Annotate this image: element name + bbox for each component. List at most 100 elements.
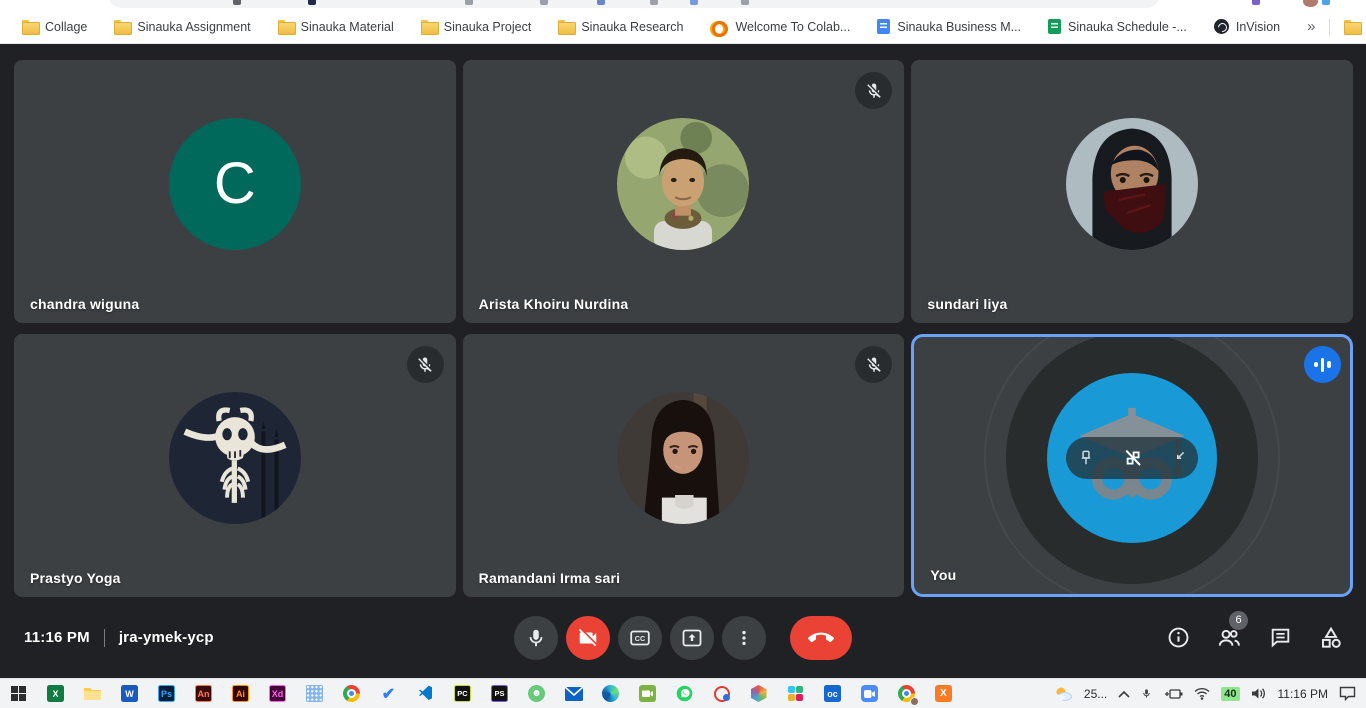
taskbar-word[interactable]: W — [111, 679, 148, 708]
bookmark-sinauka-material[interactable]: Sinauka Material — [278, 20, 394, 34]
bookmark-label: Sinauka Research — [581, 20, 683, 34]
avatar: C — [169, 118, 301, 250]
red-recorder-icon — [714, 686, 730, 702]
minimize-icon[interactable] — [1169, 448, 1188, 467]
tray-mic-icon[interactable] — [1141, 686, 1152, 701]
weather-icon[interactable] — [1053, 686, 1073, 702]
present-button[interactable] — [670, 616, 714, 660]
tray-battery-icon[interactable] — [1163, 688, 1183, 700]
taskbar-zoom[interactable] — [851, 679, 888, 708]
folder-icon — [421, 20, 437, 33]
taskbar-chrome[interactable] — [333, 679, 370, 708]
activities-button[interactable] — [1318, 625, 1344, 651]
bookmark-label: Sinauka Material — [301, 20, 394, 34]
taskbar-excel[interactable]: X — [37, 679, 74, 708]
taskbar-hexagon-app[interactable] — [740, 679, 777, 708]
edge-icon — [602, 685, 619, 702]
photoshop-icon: Ps — [158, 685, 175, 702]
bookmark-sinauka-project[interactable]: Sinauka Project — [421, 20, 532, 34]
participant-tile-prastyo-yoga[interactable]: Prastyo Yoga — [14, 334, 456, 597]
captions-button[interactable]: CC — [618, 616, 662, 660]
bookmark-sinauka-schedule[interactable]: Sinauka Schedule -... — [1048, 19, 1187, 34]
slack-icon — [788, 686, 804, 702]
taskbar-slack[interactable] — [777, 679, 814, 708]
bookmark-invision[interactable]: InVision — [1214, 19, 1280, 34]
other-bookmarks-button[interactable]: Other bookmarks — [1344, 20, 1366, 34]
tray-clock[interactable]: 11:16 PM — [1278, 687, 1328, 701]
tray-battery-percent[interactable]: 40 — [1221, 687, 1239, 701]
tab-favicon-speck — [650, 0, 658, 5]
tray-wifi-icon[interactable] — [1194, 687, 1210, 700]
bookmark-collage[interactable]: Collage — [22, 20, 87, 34]
bookmarks-overflow-chevron[interactable]: » — [1307, 18, 1315, 35]
camera-off-button[interactable] — [566, 616, 610, 660]
participant-tile-arista-khoiru-nurdina[interactable]: Arista Khoiru Nurdina — [463, 60, 905, 323]
participant-grid: C chandra wiguna — [14, 60, 1353, 597]
mic-off-icon — [416, 356, 434, 374]
file-explorer-icon — [83, 686, 102, 702]
participant-name: chandra wiguna — [30, 296, 139, 312]
tray-speaker-icon[interactable] — [1251, 687, 1267, 700]
bookmark-welcome-to-colab[interactable]: Welcome To Colab... — [710, 20, 850, 34]
address-bar-bottom[interactable] — [108, 0, 1160, 8]
participant-tile-sundari-liya[interactable]: sundari liya — [911, 60, 1353, 323]
system-tray: 25... 40 11:16 PM — [1053, 686, 1366, 702]
participant-tile-ramandani-irma-sari[interactable]: Ramandani Irma sari — [463, 334, 905, 597]
taskbar-mail[interactable] — [555, 679, 592, 708]
start-button[interactable] — [0, 679, 37, 708]
bookmark-sinauka-business[interactable]: Sinauka Business M... — [877, 19, 1021, 34]
pin-icon[interactable] — [1076, 448, 1096, 468]
tray-temperature[interactable]: 25... — [1084, 687, 1107, 701]
taskbar-pycharm[interactable]: PC — [444, 679, 481, 708]
hide-self-icon[interactable] — [1121, 446, 1145, 470]
mic-button[interactable] — [514, 616, 558, 660]
participants-button[interactable]: 6 — [1216, 625, 1242, 651]
docs-icon — [877, 19, 890, 34]
chrome-icon — [343, 685, 360, 702]
meet-bottom-bar: 11:16 PM jra-ymek-ycp — [0, 597, 1366, 678]
photo-male-avatar — [617, 118, 749, 250]
browser-profile-avatar-cropped[interactable] — [1303, 0, 1318, 7]
folder-icon — [558, 20, 574, 33]
taskbar-phpstorm[interactable]: PS — [481, 679, 518, 708]
mic-icon — [525, 627, 547, 649]
taskbar-illustrator[interactable]: Ai — [222, 679, 259, 708]
participant-tile-you[interactable]: You — [911, 334, 1353, 597]
blue-grid-icon — [306, 685, 323, 702]
taskbar-photoshop[interactable]: Ps — [148, 679, 185, 708]
meeting-details-button[interactable] — [1165, 625, 1191, 651]
taskbar-blue-grid-app[interactable] — [296, 679, 333, 708]
whatsapp-icon — [676, 685, 693, 702]
chat-button[interactable] — [1267, 625, 1293, 651]
participant-tile-chandra-wiguna[interactable]: C chandra wiguna — [14, 60, 456, 323]
taskbar-green-person-app[interactable]: ☻ — [518, 679, 555, 708]
taskbar-xampp[interactable]: X — [925, 679, 962, 708]
extension-icon-cropped[interactable] — [1322, 0, 1330, 5]
taskbar-oc-app[interactable]: oc — [814, 679, 851, 708]
illustrator-icon: Ai — [232, 685, 249, 702]
taskbar-todo-check[interactable]: ✔ — [370, 679, 407, 708]
taskbar-adobe-xd[interactable]: Xd — [259, 679, 296, 708]
folder-icon — [22, 20, 38, 33]
taskbar-file-explorer[interactable] — [74, 679, 111, 708]
clock-time: 11:16 PM — [24, 629, 90, 646]
meeting-info: 11:16 PM jra-ymek-ycp — [24, 629, 214, 647]
more-options-button[interactable] — [722, 616, 766, 660]
bookmark-label: Sinauka Schedule -... — [1068, 20, 1187, 34]
taskbar-vscode[interactable] — [407, 679, 444, 708]
taskbar-chrome-profile[interactable] — [888, 679, 925, 708]
bookmark-sinauka-research[interactable]: Sinauka Research — [558, 20, 683, 34]
taskbar-whatsapp[interactable] — [666, 679, 703, 708]
taskbar-edge[interactable] — [592, 679, 629, 708]
leave-call-button[interactable] — [790, 616, 852, 660]
folder-icon — [114, 20, 130, 33]
action-center-icon[interactable] — [1339, 686, 1356, 701]
avatar-initial-letter: C — [214, 150, 256, 217]
bookmark-sinauka-assignment[interactable]: Sinauka Assignment — [114, 20, 250, 34]
taskbar-red-recorder[interactable] — [703, 679, 740, 708]
extension-icon-cropped[interactable] — [1252, 0, 1260, 5]
taskbar-animate[interactable]: An — [185, 679, 222, 708]
taskbar-screen-recorder[interactable] — [629, 679, 666, 708]
tray-chevron-up-icon[interactable] — [1118, 690, 1130, 698]
zoom-icon — [861, 685, 878, 702]
